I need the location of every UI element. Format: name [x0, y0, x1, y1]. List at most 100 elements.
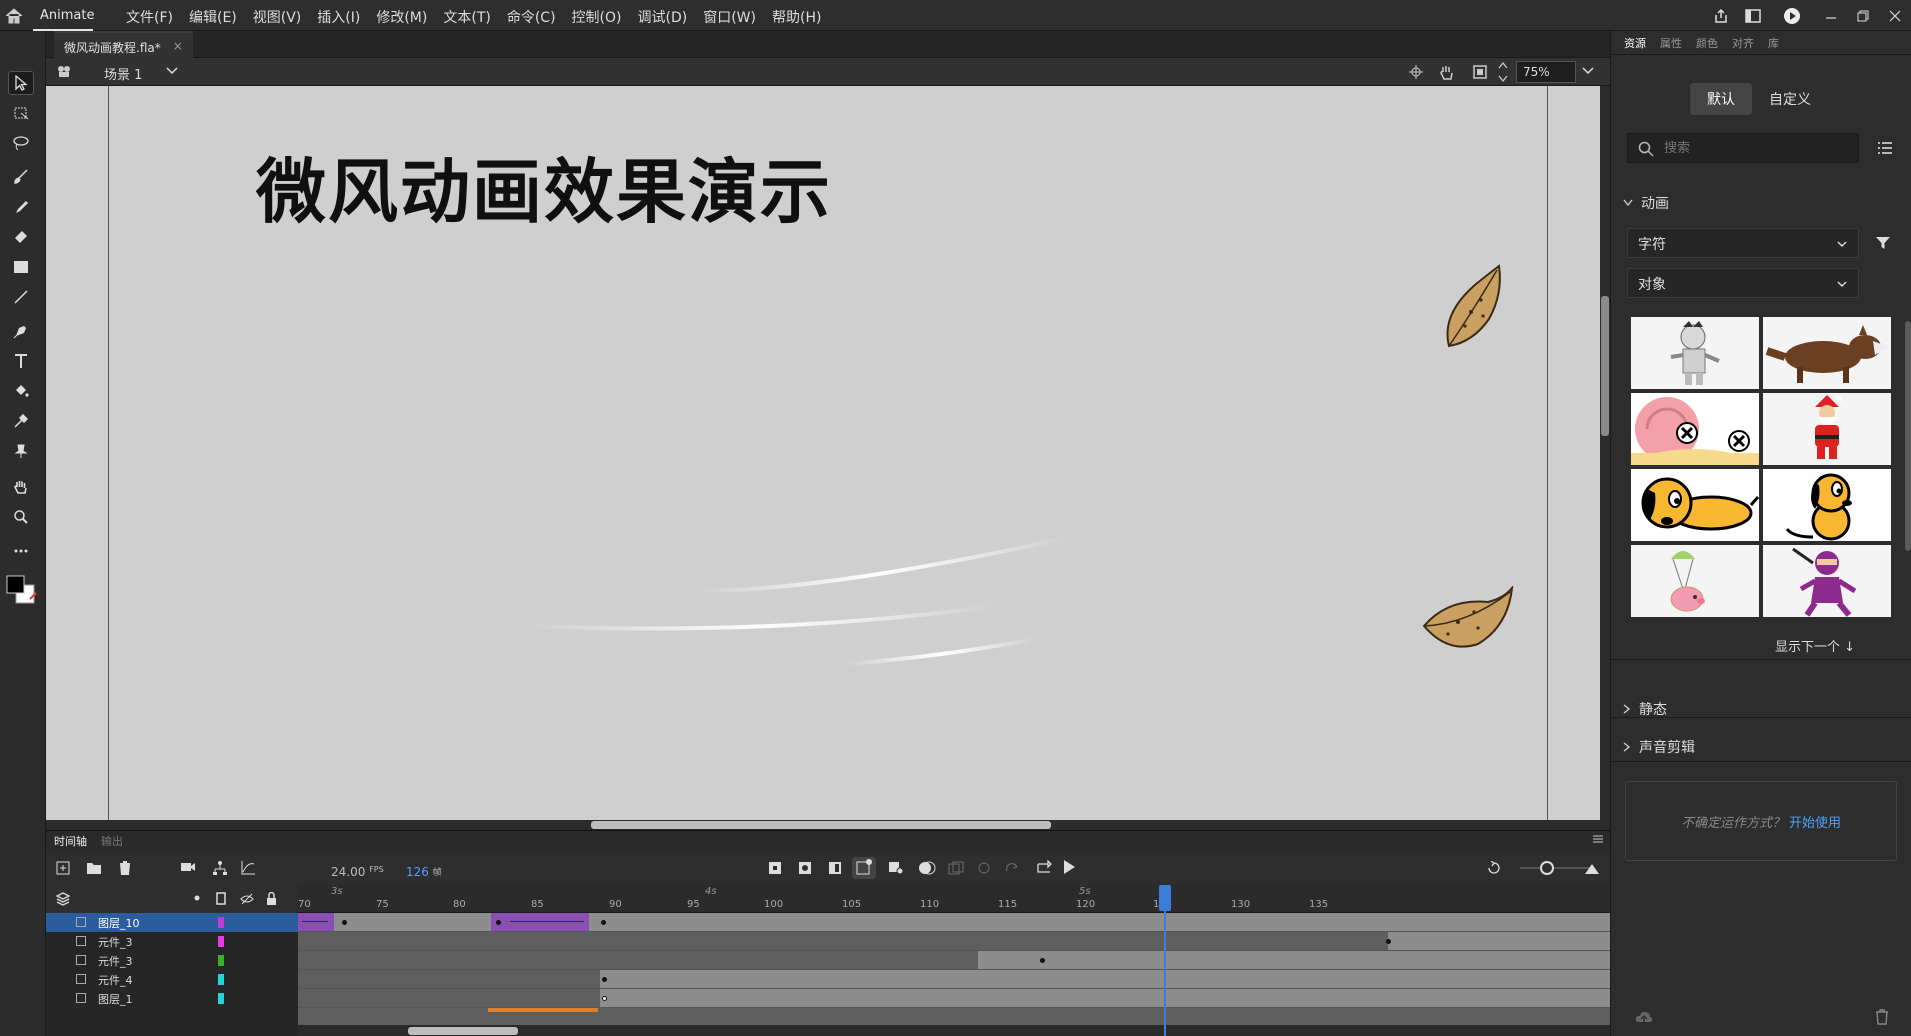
section-sound-header[interactable]: 声音剪辑 [1623, 737, 1695, 757]
playhead-handle[interactable] [1159, 885, 1171, 911]
menu-debug[interactable]: 调试(D) [630, 7, 696, 27]
highlight-layers-icon[interactable] [194, 895, 200, 901]
more-tools-icon[interactable] [8, 539, 34, 563]
document-tab[interactable]: 微风动画教程.fla* × [54, 31, 193, 58]
auto-keyframe-icon[interactable] [852, 857, 876, 879]
timeline-horizontal-scrollbar[interactable] [298, 1025, 1610, 1036]
redo-icon[interactable] [1004, 861, 1020, 875]
tab-timeline[interactable]: 时间轴 [54, 833, 87, 849]
line-tool-icon[interactable] [8, 285, 34, 309]
hide-layers-icon[interactable] [240, 893, 254, 905]
layer-name[interactable]: 图层_1 [98, 991, 133, 1007]
menu-file[interactable]: 文件(F) [118, 7, 181, 27]
create-classic-tween-icon[interactable] [888, 861, 904, 875]
keyframe[interactable] [601, 920, 606, 925]
text-tool-icon[interactable] [8, 349, 34, 373]
onion-skin-icon[interactable] [918, 861, 936, 875]
layer-name[interactable]: 图层_10 [98, 915, 140, 931]
share-icon[interactable] [1705, 0, 1737, 31]
menu-modify[interactable]: 修改(M) [368, 7, 435, 27]
insert-frame-icon[interactable] [828, 861, 842, 875]
delete-layer-icon[interactable] [118, 860, 132, 876]
tab-color[interactable]: 颜色 [1689, 35, 1725, 51]
new-folder-icon[interactable] [86, 861, 102, 875]
custom-assets-button[interactable]: 自定义 [1759, 83, 1821, 115]
new-layer-icon[interactable] [56, 861, 70, 875]
zoom-stepper-icon[interactable] [1498, 60, 1508, 84]
menu-insert[interactable]: 插入(I) [309, 7, 368, 27]
stage-horizontal-scroll-thumb[interactable] [591, 821, 1051, 829]
asset-santa-thumbnail[interactable] [1763, 393, 1891, 465]
tab-library[interactable]: 库 [1761, 35, 1786, 51]
brush-icon[interactable] [8, 195, 34, 219]
frame-span[interactable] [600, 989, 1610, 1007]
rotate-stage-icon[interactable] [1438, 63, 1456, 81]
layer-color-swatch[interactable] [218, 936, 224, 947]
layer-color-swatch[interactable] [218, 955, 224, 966]
menu-help[interactable]: 帮助(H) [764, 7, 829, 27]
timeline-zoom-max-icon[interactable] [1584, 861, 1600, 875]
minimize-icon[interactable] [1815, 0, 1847, 31]
keyframe[interactable] [342, 920, 347, 925]
lasso-icon[interactable] [8, 131, 34, 155]
panel-menu-icon[interactable] [1592, 834, 1604, 844]
timeline-ruler[interactable]: 3s 4s 5s 70 75 80 85 90 95 100 105 110 1… [298, 885, 1610, 913]
outline-layers-icon[interactable] [216, 892, 226, 905]
paint-brush-icon[interactable] [8, 165, 34, 189]
rectangle-tool-icon[interactable] [8, 255, 34, 279]
keyframe[interactable] [602, 977, 607, 982]
timeline-zoom-slider[interactable] [1520, 867, 1590, 869]
frame-span[interactable] [1388, 932, 1610, 950]
scene-selector[interactable]: 场景 1 [104, 64, 142, 83]
stage-title-text[interactable]: 微风动画效果演示 [256, 136, 832, 237]
menu-commands[interactable]: 命令(C) [499, 7, 564, 27]
play-icon[interactable] [1062, 859, 1076, 875]
hand-tool-icon[interactable] [8, 475, 34, 499]
timeline-zoom-slider-handle[interactable] [1540, 861, 1554, 875]
parent-view-icon[interactable] [212, 860, 228, 876]
zoom-dropdown-chevron-icon[interactable] [1582, 67, 1594, 75]
blank-keyframe[interactable] [602, 996, 607, 1001]
layer-row[interactable]: 元件_3 [46, 951, 298, 970]
stage-horizontal-scrollbar[interactable] [46, 820, 1600, 830]
pen-tool-icon[interactable] [8, 319, 34, 343]
asset-wolf-thumbnail[interactable] [1763, 317, 1891, 389]
zoom-level-input[interactable]: 75% [1516, 61, 1576, 83]
leaf-top-graphic[interactable] [1431, 264, 1521, 354]
scene-dropdown-chevron-icon[interactable] [166, 67, 178, 75]
menu-edit[interactable]: 编辑(E) [181, 7, 245, 27]
fps-display[interactable]: 24.00 FPS [331, 865, 384, 879]
timeline-scroll-thumb[interactable] [408, 1027, 518, 1035]
asset-ninja-thumbnail[interactable] [1763, 545, 1891, 617]
section-animation-header[interactable]: 动画 [1623, 193, 1669, 213]
restore-icon[interactable] [1847, 0, 1879, 31]
stage-canvas[interactable]: 微风动画效果演示 [46, 86, 1610, 830]
app-name[interactable]: Animate [40, 8, 94, 23]
object-dropdown[interactable]: 对象 [1627, 268, 1859, 298]
insert-keyframe-icon[interactable] [768, 861, 782, 875]
delete-asset-icon[interactable] [1875, 1009, 1889, 1025]
layer-name[interactable]: 元件_3 [98, 953, 133, 969]
frame-span[interactable] [600, 970, 1610, 988]
close-icon[interactable] [1879, 0, 1911, 31]
asset-search-input[interactable] [1664, 139, 1844, 157]
layer-name[interactable]: 元件_4 [98, 972, 133, 988]
keyframe[interactable] [1040, 958, 1045, 963]
current-frame-display[interactable]: 126 帧 [406, 865, 442, 879]
camera-icon[interactable] [180, 861, 196, 873]
zoom-tool-icon[interactable] [8, 505, 34, 529]
eyedropper-icon[interactable] [8, 409, 34, 433]
graph-editor-icon[interactable] [240, 860, 256, 876]
leaf-bottom-graphic[interactable] [1418, 586, 1518, 656]
stage-vertical-scroll-thumb[interactable] [1601, 296, 1609, 436]
home-icon[interactable] [4, 7, 24, 25]
document-tab-close-icon[interactable]: × [173, 39, 183, 53]
default-assets-button[interactable]: 默认 [1690, 83, 1752, 115]
frame-span[interactable] [978, 951, 1610, 969]
layer-row[interactable]: 元件_3 [46, 932, 298, 951]
fill-stroke-color-icon[interactable] [4, 571, 42, 609]
asset-warp-icon[interactable] [8, 439, 34, 463]
frame-span[interactable] [488, 1008, 598, 1012]
menu-text[interactable]: 文本(T) [435, 7, 498, 27]
show-next-link[interactable]: 显示下一个 ↓ [1775, 636, 1855, 655]
